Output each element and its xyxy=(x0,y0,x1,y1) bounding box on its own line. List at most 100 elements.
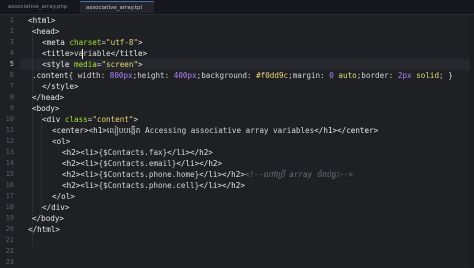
token: > xyxy=(133,115,139,124)
token: {$Contacts.phone.cell} xyxy=(98,181,200,190)
code-line-9: <body> xyxy=(32,103,59,114)
token: auto xyxy=(333,71,357,80)
token: ble xyxy=(96,49,111,58)
token: media xyxy=(74,60,97,69)
line-number: 18 xyxy=(5,203,14,211)
line-number: 1 xyxy=(9,16,14,24)
code-line-11: <center><h1>លៀបបង្កើត Accessing associat… xyxy=(52,125,378,136)
line-number-active: 5 xyxy=(9,60,14,68)
token: <h2><li> xyxy=(62,148,99,157)
token: <body> xyxy=(32,104,60,113)
code-line-6: .content{ width: 800px;height: 400px;bac… xyxy=(32,70,453,81)
token: <h2><li> xyxy=(62,170,99,179)
code-line-4: <title>variable</title> xyxy=(42,48,147,59)
line-number: 14 xyxy=(5,159,14,167)
code-line-18: </div> xyxy=(42,202,69,213)
token: : xyxy=(246,71,257,80)
tab-associative-array-tpl[interactable]: associative_array.tpl xyxy=(80,1,154,13)
line-number: 16 xyxy=(5,181,14,189)
token: border xyxy=(361,71,389,80)
token: : xyxy=(388,71,398,80)
token: > xyxy=(54,27,60,36)
line-number: 2 xyxy=(9,27,14,35)
token: class xyxy=(64,115,88,124)
token: </title> xyxy=(110,49,148,58)
token: : xyxy=(320,71,330,80)
token: head xyxy=(36,27,55,36)
token: "utf-8" xyxy=(106,38,139,47)
line-number: 6 xyxy=(9,71,14,79)
code-editor[interactable]: 1 2 3 4 5 6 7 8 9 10 11 12 13 14 15 16 1… xyxy=(0,15,474,267)
text-cursor xyxy=(82,49,83,59)
line-number: 15 xyxy=(5,170,14,178)
token: <center><h1> xyxy=(52,126,107,135)
token: : xyxy=(100,71,110,80)
token: 400px xyxy=(173,71,197,80)
line-number-gutter: 1 2 3 4 5 6 7 8 9 10 11 12 13 14 15 16 1… xyxy=(0,15,20,267)
line-number: 13 xyxy=(5,148,14,156)
token: background xyxy=(201,71,247,80)
token: html xyxy=(32,16,51,25)
token: </h1></center> xyxy=(314,126,379,135)
token: height xyxy=(137,71,165,80)
token: </li></h2> xyxy=(176,159,223,168)
token: <h2><li> xyxy=(62,159,99,168)
token: <ol> xyxy=(52,137,71,146)
token: varia xyxy=(74,49,97,58)
line-number: 22 xyxy=(5,247,14,255)
token: meta xyxy=(46,38,65,47)
token: "content" xyxy=(92,115,134,124)
token: div xyxy=(46,115,61,124)
code-line-10: <div class="content"> xyxy=(42,114,138,125)
token: </div> xyxy=(42,203,70,212)
code-line-15: <h2><li>{$Contacts.phone.home}</li></h2>… xyxy=(62,169,353,180)
token: .content xyxy=(32,71,69,80)
token: </ol> xyxy=(52,192,75,201)
token: </li></h2> xyxy=(199,170,245,179)
code-line-14: <h2><li>{$Contacts.email}</li></h2> xyxy=(62,158,222,169)
line-number: 9 xyxy=(9,104,14,112)
token: style xyxy=(46,60,70,69)
line-number: 21 xyxy=(5,236,14,244)
line-number: 23 xyxy=(5,258,14,266)
code-line-7: </style> xyxy=(42,81,79,92)
line-number: 10 xyxy=(5,115,14,123)
token-comment: <!--ហៅប្រើ array ចំរាប់ផ្ទះ--> xyxy=(244,170,354,179)
vertical-scrollbar[interactable] xyxy=(470,15,474,267)
token: "screen" xyxy=(101,60,139,69)
code-line-3: <meta charset="utf-8"> xyxy=(42,37,143,48)
token: } xyxy=(443,71,453,80)
line-number: 7 xyxy=(9,82,14,90)
code-line-1: <html> xyxy=(28,15,55,26)
code-line-20: </html> xyxy=(28,224,60,235)
code-line-8: </head> xyxy=(32,92,64,103)
token: width xyxy=(73,71,101,80)
code-line-13: <h2><li>{$Contacts.fax}</li></h2> xyxy=(62,147,213,158)
line-number: 11 xyxy=(5,126,14,134)
code-line-17: </ol> xyxy=(52,191,75,202)
token: </body> xyxy=(32,214,65,223)
token: margin xyxy=(292,71,321,80)
tab-associative-array-php[interactable]: associative_array.php xyxy=(2,1,78,13)
code-line-19: </body> xyxy=(32,213,64,224)
code-line-16: <h2><li>{$Contacts.phone.cell}</li></h2> xyxy=(62,180,245,191)
token: > xyxy=(138,38,143,47)
tab-bar: associative_array.php associative_array.… xyxy=(0,0,474,15)
line-number: 3 xyxy=(9,38,14,46)
token: > xyxy=(138,60,143,69)
token: {$Contacts.email} xyxy=(98,159,177,168)
token: </li></h2> xyxy=(199,181,245,190)
line-number: 19 xyxy=(5,214,14,222)
token: 2px xyxy=(397,71,412,80)
token: <h2><li> xyxy=(62,181,99,190)
token: </html> xyxy=(28,225,61,234)
token: 800px xyxy=(109,71,133,80)
line-number: 20 xyxy=(5,225,14,233)
token: {$Contacts.phone.home} xyxy=(98,170,200,179)
token: </head> xyxy=(32,93,65,102)
token: </li></h2> xyxy=(167,148,213,157)
token: {$Contacts.fax} xyxy=(98,148,168,157)
token: solid xyxy=(411,71,440,80)
code-line-2: <head> xyxy=(32,26,59,37)
token: #f0dd9c xyxy=(256,71,289,80)
